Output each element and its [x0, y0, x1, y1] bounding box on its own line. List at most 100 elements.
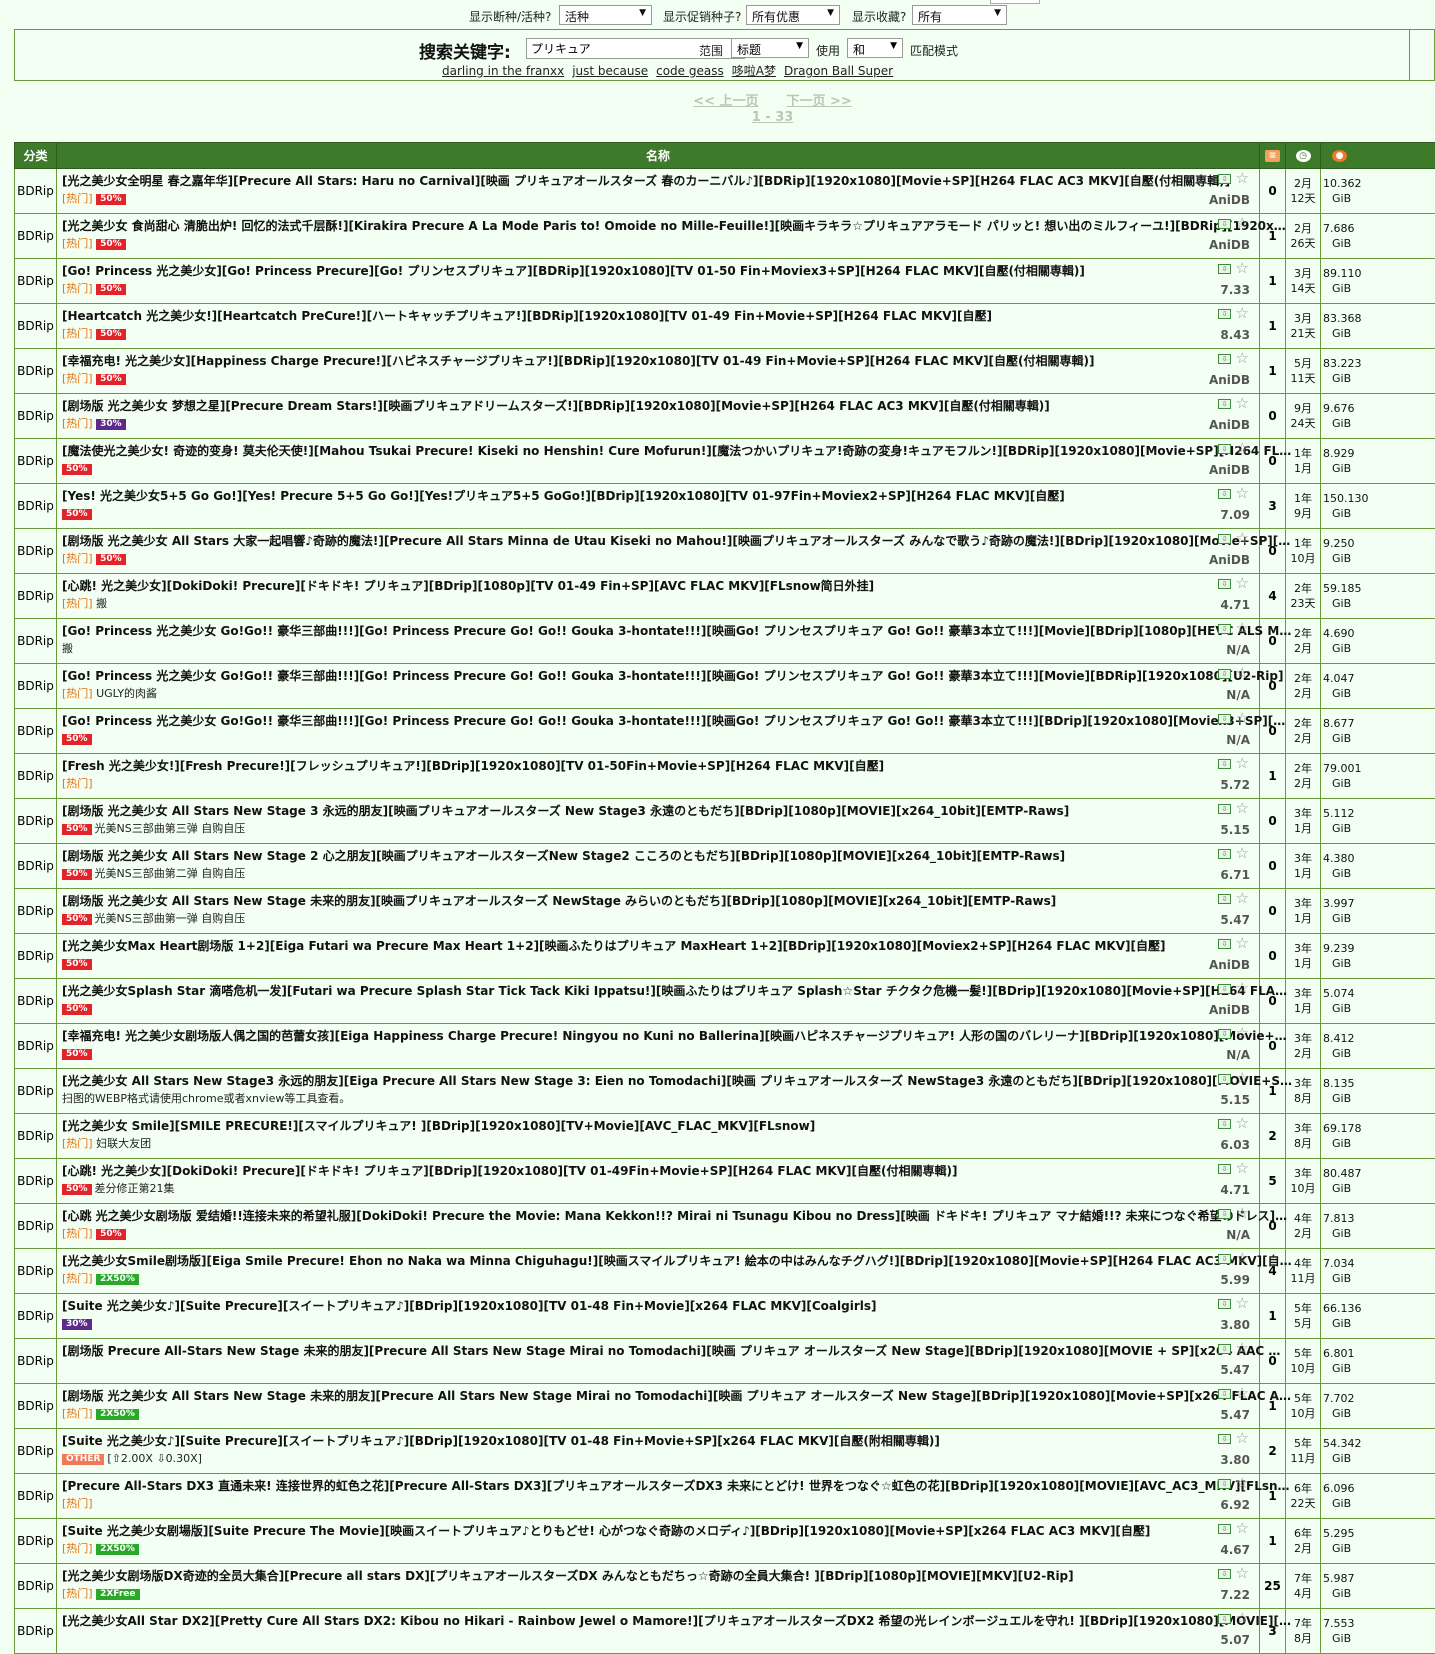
star-icon[interactable]: ☆ — [1236, 1204, 1249, 1222]
star-icon[interactable]: ☆ — [1236, 439, 1249, 457]
torrent-title-link[interactable]: [Precure All-Stars DX3 直通未来! 连接世界的虹色之花][… — [62, 1478, 1292, 1495]
torrent-title-link[interactable]: [Go! Princess 光之美少女 Go!Go!! 豪华三部曲!!!][Go… — [62, 668, 1292, 685]
column-header-time[interactable]: ◷ — [1286, 143, 1321, 169]
torrent-title-link[interactable]: [光之美少女Splash Star 滴嗒危机一发][Futari wa Prec… — [62, 983, 1292, 1000]
star-icon[interactable]: ☆ — [1236, 484, 1249, 502]
star-icon[interactable]: ☆ — [1236, 1114, 1249, 1132]
star-icon[interactable]: ☆ — [1236, 1069, 1249, 1087]
star-icon[interactable]: ☆ — [1236, 619, 1249, 637]
star-icon[interactable]: ☆ — [1236, 304, 1249, 322]
filter-promotion-select[interactable]: 所有优惠▼ — [746, 5, 840, 25]
download-icon[interactable]: ⇩ — [1218, 1389, 1231, 1399]
download-icon[interactable]: ⇩ — [1218, 399, 1231, 409]
category-cell[interactable]: BDRip — [15, 574, 57, 619]
category-cell[interactable]: BDRip — [15, 304, 57, 349]
torrent-title-link[interactable]: [光之美少女Max Heart剧场版 1+2][Eiga Futari wa P… — [62, 938, 1292, 955]
category-cell[interactable]: BDRip — [15, 1069, 57, 1114]
torrent-title-link[interactable]: [剧场版 Precure All-Stars New Stage 未来的朋友][… — [62, 1343, 1292, 1360]
category-cell[interactable]: BDRip — [15, 1564, 57, 1609]
category-cell[interactable]: BDRip — [15, 484, 57, 529]
download-icon[interactable]: ⇩ — [1218, 1029, 1231, 1039]
torrent-title-link[interactable]: [Go! Princess 光之美少女 Go!Go!! 豪华三部曲!!!][Go… — [62, 713, 1292, 730]
hot-keyword-link[interactable]: Dragon Ball Super — [784, 64, 893, 78]
download-icon[interactable]: ⇩ — [1218, 804, 1231, 814]
star-icon[interactable]: ☆ — [1236, 979, 1249, 997]
category-cell[interactable]: BDRip — [15, 709, 57, 754]
category-cell[interactable]: BDRip — [15, 1114, 57, 1159]
filter-dead-alive-select[interactable]: 活种▼ — [559, 5, 652, 25]
category-cell[interactable]: BDRip — [15, 1204, 57, 1249]
star-icon[interactable]: ☆ — [1236, 1519, 1249, 1537]
download-icon[interactable]: ⇩ — [1218, 354, 1231, 364]
download-icon[interactable]: ⇩ — [1218, 894, 1231, 904]
category-cell[interactable]: BDRip — [15, 1429, 57, 1474]
hot-keyword-link[interactable]: darling in the franxx — [442, 64, 564, 78]
category-cell[interactable]: BDRip — [15, 1339, 57, 1384]
star-icon[interactable]: ☆ — [1236, 1384, 1249, 1402]
download-icon[interactable]: ⇩ — [1218, 219, 1231, 229]
category-cell[interactable]: BDRip — [15, 1519, 57, 1564]
category-cell[interactable]: BDRip — [15, 1294, 57, 1339]
star-icon[interactable]: ☆ — [1236, 259, 1249, 277]
column-header-comments[interactable]: ≡ — [1260, 143, 1286, 169]
star-icon[interactable]: ☆ — [1236, 1024, 1249, 1042]
page-range-link[interactable]: 1 - 33 — [752, 110, 794, 125]
torrent-title-link[interactable]: [剧场版 光之美少女 All Stars New Stage 3 永远的朋友][… — [62, 803, 1292, 820]
category-cell[interactable]: BDRip — [15, 979, 57, 1024]
torrent-title-link[interactable]: [心跳! 光之美少女][DokiDoki! Precure][ドキドキ! プリキ… — [62, 1163, 1292, 1180]
star-icon[interactable]: ☆ — [1236, 754, 1249, 772]
category-cell[interactable]: BDRip — [15, 664, 57, 709]
torrent-title-link[interactable]: [剧场版 光之美少女 All Stars New Stage 2 心之朋友][映… — [62, 848, 1292, 865]
download-icon[interactable]: ⇩ — [1218, 534, 1231, 544]
torrent-title-link[interactable]: [光之美少女 All Stars New Stage3 永远的朋友][Eiga … — [62, 1073, 1292, 1090]
download-icon[interactable]: ⇩ — [1218, 1524, 1231, 1534]
star-icon[interactable]: ☆ — [1236, 889, 1249, 907]
download-icon[interactable]: ⇩ — [1218, 579, 1231, 589]
category-cell[interactable]: BDRip — [15, 259, 57, 304]
category-cell[interactable]: BDRip — [15, 1474, 57, 1519]
download-icon[interactable]: ⇩ — [1218, 309, 1231, 319]
download-icon[interactable]: ⇩ — [1218, 939, 1231, 949]
star-icon[interactable]: ☆ — [1236, 1564, 1249, 1582]
hot-keyword-link[interactable]: 哆啦A梦 — [732, 64, 776, 78]
download-icon[interactable]: ⇩ — [1218, 1164, 1231, 1174]
torrent-title-link[interactable]: [剧场版 光之美少女 All Stars New Stage 未来的朋友][Pr… — [62, 1388, 1292, 1405]
download-icon[interactable]: ⇩ — [1218, 849, 1231, 859]
category-cell[interactable]: BDRip — [15, 799, 57, 844]
torrent-title-link[interactable]: [幸福充电! 光之美少女剧场版人偶之国的芭蕾女孩][Eiga Happiness… — [62, 1028, 1292, 1045]
torrent-title-link[interactable]: [心跳! 光之美少女][DokiDoki! Precure][ドキドキ! プリキ… — [62, 578, 1292, 595]
torrent-title-link[interactable]: [光之美少女全明星 春之嘉年华][Precure All Stars: Haru… — [62, 173, 1292, 190]
download-icon[interactable]: ⇩ — [1218, 1434, 1231, 1444]
torrent-title-link[interactable]: [光之美少女All Star DX2][Pretty Cure All Star… — [62, 1613, 1292, 1630]
filter-favorites-select[interactable]: 所有▼ — [912, 5, 1007, 25]
prev-page-link[interactable]: << 上一页 — [693, 94, 758, 109]
category-cell[interactable]: BDRip — [15, 214, 57, 259]
star-icon[interactable]: ☆ — [1236, 1339, 1249, 1357]
download-icon[interactable]: ⇩ — [1218, 1209, 1231, 1219]
download-icon[interactable]: ⇩ — [1218, 489, 1231, 499]
star-icon[interactable]: ☆ — [1236, 574, 1249, 592]
column-header-size[interactable]: ● — [1321, 143, 1435, 169]
category-cell[interactable]: BDRip — [15, 1609, 57, 1654]
star-icon[interactable]: ☆ — [1236, 844, 1249, 862]
column-header-name[interactable]: 名称 — [57, 143, 1260, 169]
torrent-title-link[interactable]: [Suite 光之美少女♪][Suite Precure][スイートプリキュア♪… — [62, 1433, 1292, 1450]
star-icon[interactable]: ☆ — [1236, 1294, 1249, 1312]
mode-select[interactable]: 和▼ — [847, 38, 903, 58]
torrent-title-link[interactable]: [光之美少女剧场版DX奇迹的全员大集合][Precure all stars D… — [62, 1568, 1292, 1585]
star-icon[interactable]: ☆ — [1236, 709, 1249, 727]
torrent-title-link[interactable]: [光之美少女 食尚甜心 清脆出炉! 回忆的法式千层酥!][Kirakira Pr… — [62, 218, 1292, 235]
download-icon[interactable]: ⇩ — [1218, 1569, 1231, 1579]
torrent-title-link[interactable]: [剧场版 光之美少女 All Stars 大家一起唱響♪奇跡的魔法!][Prec… — [62, 533, 1292, 550]
category-cell[interactable]: BDRip — [15, 169, 57, 214]
torrent-title-link[interactable]: [幸福充电! 光之美少女][Happiness Charge Precure!]… — [62, 353, 1292, 370]
hot-keyword-link[interactable]: just because — [572, 64, 648, 78]
download-icon[interactable]: ⇩ — [1218, 1344, 1231, 1354]
category-cell[interactable]: BDRip — [15, 1024, 57, 1069]
category-cell[interactable]: BDRip — [15, 889, 57, 934]
star-icon[interactable]: ☆ — [1236, 664, 1249, 682]
star-icon[interactable]: ☆ — [1236, 1609, 1249, 1627]
category-cell[interactable]: BDRip — [15, 529, 57, 574]
torrent-title-link[interactable]: [Go! Princess 光之美少女 Go!Go!! 豪华三部曲!!!][Go… — [62, 623, 1292, 640]
download-icon[interactable]: ⇩ — [1218, 1299, 1231, 1309]
